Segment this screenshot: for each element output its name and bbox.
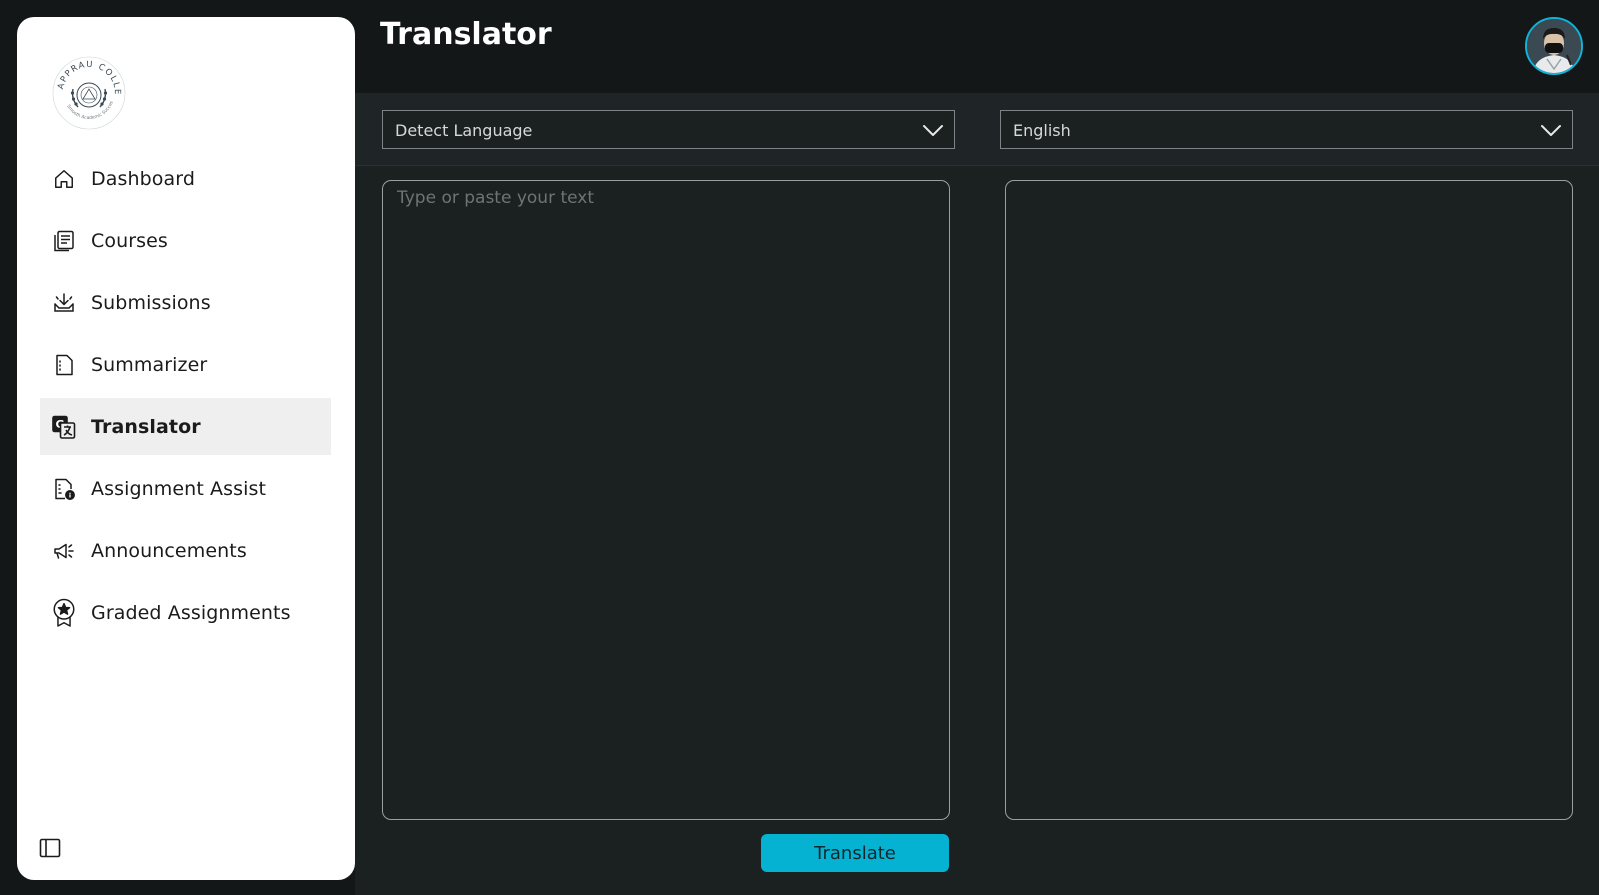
sidebar-item-announcements[interactable]: Announcements bbox=[40, 522, 331, 579]
sidebar-item-graded-assignments[interactable]: Graded Assignments bbox=[40, 584, 331, 641]
translator-panel: Detect Language English Type or paste yo… bbox=[355, 93, 1599, 895]
target-language-value: English bbox=[1013, 121, 1071, 140]
sidebar-item-label: Dashboard bbox=[91, 167, 195, 190]
sidebar-item-label: Submissions bbox=[91, 291, 211, 314]
chevron-down-icon bbox=[1540, 120, 1562, 140]
megaphone-icon bbox=[51, 538, 77, 564]
source-language-value: Detect Language bbox=[395, 121, 533, 140]
sidebar-item-submissions[interactable]: Submissions bbox=[40, 274, 331, 331]
source-language-select[interactable]: Detect Language bbox=[382, 110, 955, 149]
chevron-down-icon bbox=[922, 120, 944, 140]
sidebar-nav: Dashboard Courses Submissions Summarizer… bbox=[40, 150, 331, 646]
sidebar-item-label: Announcements bbox=[91, 539, 247, 562]
courses-icon bbox=[51, 228, 77, 254]
page-title: Translator bbox=[380, 17, 552, 52]
sidebar-item-label: Assignment Assist bbox=[91, 477, 267, 500]
sidebar-item-summarizer[interactable]: Summarizer bbox=[40, 336, 331, 393]
translate-icon: G bbox=[51, 414, 77, 440]
sidebar-item-translator[interactable]: G Translator bbox=[40, 398, 331, 455]
sidebar-item-label: Summarizer bbox=[91, 353, 208, 376]
translated-text-box bbox=[1005, 180, 1573, 820]
app: APPRAU COLLEGE Smooth Academic Success bbox=[0, 0, 1599, 895]
assignment-assist-icon bbox=[51, 476, 77, 502]
user-avatar[interactable] bbox=[1525, 17, 1583, 75]
sidebar-item-label: Graded Assignments bbox=[91, 601, 291, 624]
source-text-input[interactable] bbox=[383, 181, 949, 819]
sidebar: APPRAU COLLEGE Smooth Academic Success bbox=[17, 17, 355, 880]
submissions-icon bbox=[51, 290, 77, 316]
translate-button[interactable]: Translate bbox=[761, 834, 949, 872]
sidebar-item-label: Translator bbox=[91, 415, 201, 438]
sidebar-item-courses[interactable]: Courses bbox=[40, 212, 331, 269]
sidebar-item-label: Courses bbox=[91, 229, 168, 252]
home-icon bbox=[51, 166, 77, 192]
sidebar-item-dashboard[interactable]: Dashboard bbox=[40, 150, 331, 207]
target-language-select[interactable]: English bbox=[1000, 110, 1573, 149]
sidebar-item-assignment-assist[interactable]: Assignment Assist bbox=[40, 460, 331, 517]
source-text-box bbox=[382, 180, 950, 820]
language-bar: Detect Language English bbox=[355, 93, 1599, 166]
translated-text-output[interactable] bbox=[1006, 181, 1572, 819]
summarizer-icon bbox=[51, 352, 77, 378]
college-logo[interactable]: APPRAU COLLEGE Smooth Academic Success bbox=[47, 48, 127, 131]
award-icon bbox=[51, 598, 77, 627]
sidebar-toggle-icon[interactable] bbox=[39, 837, 61, 859]
